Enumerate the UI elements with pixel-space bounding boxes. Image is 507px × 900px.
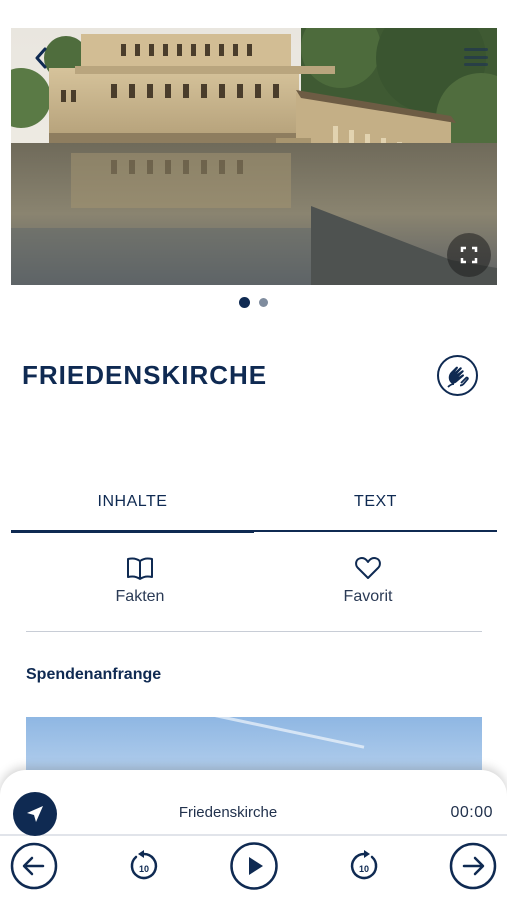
player-controls: 10 10 [0,840,507,900]
track-time: 00:00 [450,804,493,821]
section-heading: Spendenanfrange [26,666,162,683]
arrow-left-circle-icon [10,842,58,890]
forward-10-icon: 10 [350,850,378,880]
content-tabs: INHALTE TEXT [11,480,497,533]
forward-10-button[interactable]: 10 [346,842,382,890]
action-row: Fakten Favorit [26,555,482,632]
back-button[interactable] [23,40,59,76]
player-info-bar: Friedenskirche 00:00 [0,780,507,836]
fakten-label: Fakten [115,588,165,605]
tab-text[interactable]: TEXT [254,480,497,530]
pagination-dot-2[interactable] [259,298,268,307]
forward-10-label: 10 [359,864,369,874]
pagination-dot-1[interactable] [239,297,250,308]
gallery-pagination [0,297,507,308]
menu-button[interactable] [461,44,491,70]
tab-inhalte[interactable]: INHALTE [11,480,254,533]
hero-image[interactable] [11,28,497,285]
church-photo [11,28,497,285]
page-title: FRIEDENSKIRCHE [22,360,268,390]
arrow-right-circle-icon [449,842,497,890]
track-title: Friedenskirche [178,804,278,821]
fullscreen-button[interactable] [447,233,491,277]
play-button[interactable] [229,841,279,891]
fakten-button[interactable]: Fakten [26,555,254,631]
heart-icon [355,557,381,579]
rewind-10-label: 10 [139,864,149,874]
favorit-button[interactable]: Favorit [254,555,482,631]
hamburger-menu-icon [464,48,488,51]
play-circle-icon [230,842,278,890]
sign-language-hands-icon [446,366,469,388]
next-button[interactable] [449,842,497,890]
sign-language-button[interactable] [437,355,478,396]
previous-button[interactable] [10,842,58,890]
audio-player: Friedenskirche 00:00 10 10 [0,770,507,900]
chevron-left-icon [35,47,47,69]
rewind-10-button[interactable]: 10 [126,842,162,890]
favorit-label: Favorit [343,588,393,605]
fullscreen-icon [460,246,478,264]
rewind-10-icon: 10 [130,850,158,880]
book-icon [127,557,153,580]
